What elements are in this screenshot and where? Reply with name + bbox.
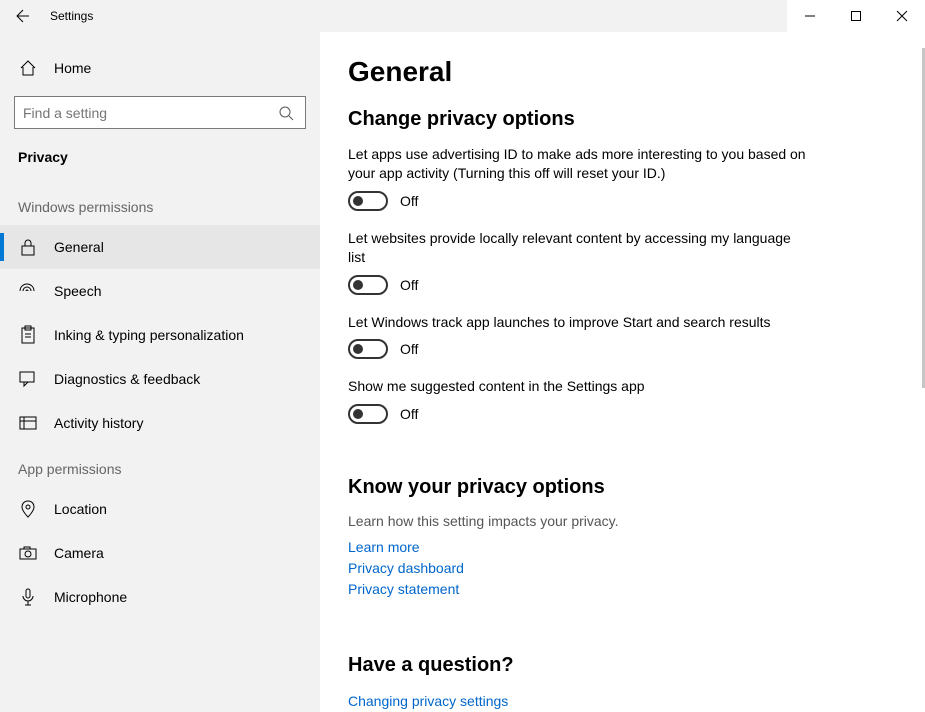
search-icon (275, 105, 297, 121)
minimize-icon (805, 11, 815, 21)
section-have-question: Have a question? (348, 654, 897, 677)
feedback-icon (18, 371, 38, 387)
search-input[interactable] (23, 105, 275, 121)
page-title: General (348, 56, 897, 88)
setting-app-launches: Let Windows track app launches to improv… (348, 313, 808, 360)
link-privacy-statement[interactable]: Privacy statement (348, 579, 897, 600)
arrow-left-icon (14, 8, 30, 24)
sidebar-item-general[interactable]: General (0, 225, 320, 269)
sidebar-item-location[interactable]: Location (0, 487, 320, 531)
toggle-language-list[interactable] (348, 275, 388, 295)
content-area: General Change privacy options Let apps … (320, 32, 925, 712)
sidebar-item-camera[interactable]: Camera (0, 531, 320, 575)
link-learn-more[interactable]: Learn more (348, 537, 897, 558)
sidebar-item-label: Location (54, 501, 107, 517)
sidebar-item-speech[interactable]: Speech (0, 269, 320, 313)
sidebar-item-label: Diagnostics & feedback (54, 371, 200, 387)
sidebar-item-label: General (54, 239, 104, 255)
sidebar-home-label: Home (54, 60, 91, 76)
setting-advertising-id: Let apps use advertising ID to make ads … (348, 145, 808, 211)
setting-desc: Let websites provide locally relevant co… (348, 229, 808, 267)
toggle-state: Off (400, 193, 418, 209)
setting-desc: Let apps use advertising ID to make ads … (348, 145, 808, 183)
lock-icon (18, 238, 38, 256)
search-box[interactable] (14, 96, 306, 129)
toggle-app-launches[interactable] (348, 339, 388, 359)
home-icon (18, 59, 38, 77)
toggle-state: Off (400, 341, 418, 357)
toggle-advertising-id[interactable] (348, 191, 388, 211)
toggle-state: Off (400, 406, 418, 422)
sidebar-item-inking[interactable]: Inking & typing personalization (0, 313, 320, 357)
sidebar: Home Privacy Windows permissions General (0, 32, 320, 712)
clipboard-icon (18, 326, 38, 344)
toggle-suggested-content[interactable] (348, 404, 388, 424)
sidebar-item-label: Activity history (54, 415, 143, 431)
sidebar-item-label: Inking & typing personalization (54, 327, 244, 343)
window-title: Settings (50, 9, 93, 23)
camera-icon (18, 546, 38, 560)
sidebar-item-label: Speech (54, 283, 101, 299)
close-icon (897, 11, 907, 21)
minimize-button[interactable] (787, 0, 833, 32)
section-subtext: Learn how this setting impacts your priv… (348, 513, 897, 529)
link-changing-privacy[interactable]: Changing privacy settings (348, 691, 897, 712)
location-icon (18, 500, 38, 518)
setting-desc: Let Windows track app launches to improv… (348, 313, 808, 332)
titlebar: Settings (0, 0, 925, 32)
sidebar-item-microphone[interactable]: Microphone (0, 575, 320, 619)
setting-language-list: Let websites provide locally relevant co… (348, 229, 808, 295)
section-know-privacy: Know your privacy options (348, 476, 897, 499)
back-button[interactable] (0, 0, 44, 32)
link-privacy-dashboard[interactable]: Privacy dashboard (348, 558, 897, 579)
sidebar-home[interactable]: Home (0, 46, 320, 90)
sidebar-item-label: Camera (54, 545, 104, 561)
section-change-privacy: Change privacy options (348, 108, 897, 131)
sidebar-item-label: Microphone (54, 589, 127, 605)
group-label-windows-permissions: Windows permissions (0, 183, 320, 225)
close-button[interactable] (879, 0, 925, 32)
window-controls (787, 0, 925, 32)
maximize-button[interactable] (833, 0, 879, 32)
sidebar-heading: Privacy (0, 139, 320, 183)
setting-suggested-content: Show me suggested content in the Setting… (348, 377, 808, 424)
sidebar-item-diagnostics[interactable]: Diagnostics & feedback (0, 357, 320, 401)
speech-icon (18, 283, 38, 299)
group-label-app-permissions: App permissions (0, 445, 320, 487)
maximize-icon (851, 11, 861, 21)
setting-desc: Show me suggested content in the Setting… (348, 377, 808, 396)
toggle-state: Off (400, 277, 418, 293)
history-icon (18, 415, 38, 431)
microphone-icon (18, 588, 38, 606)
sidebar-item-activity-history[interactable]: Activity history (0, 401, 320, 445)
